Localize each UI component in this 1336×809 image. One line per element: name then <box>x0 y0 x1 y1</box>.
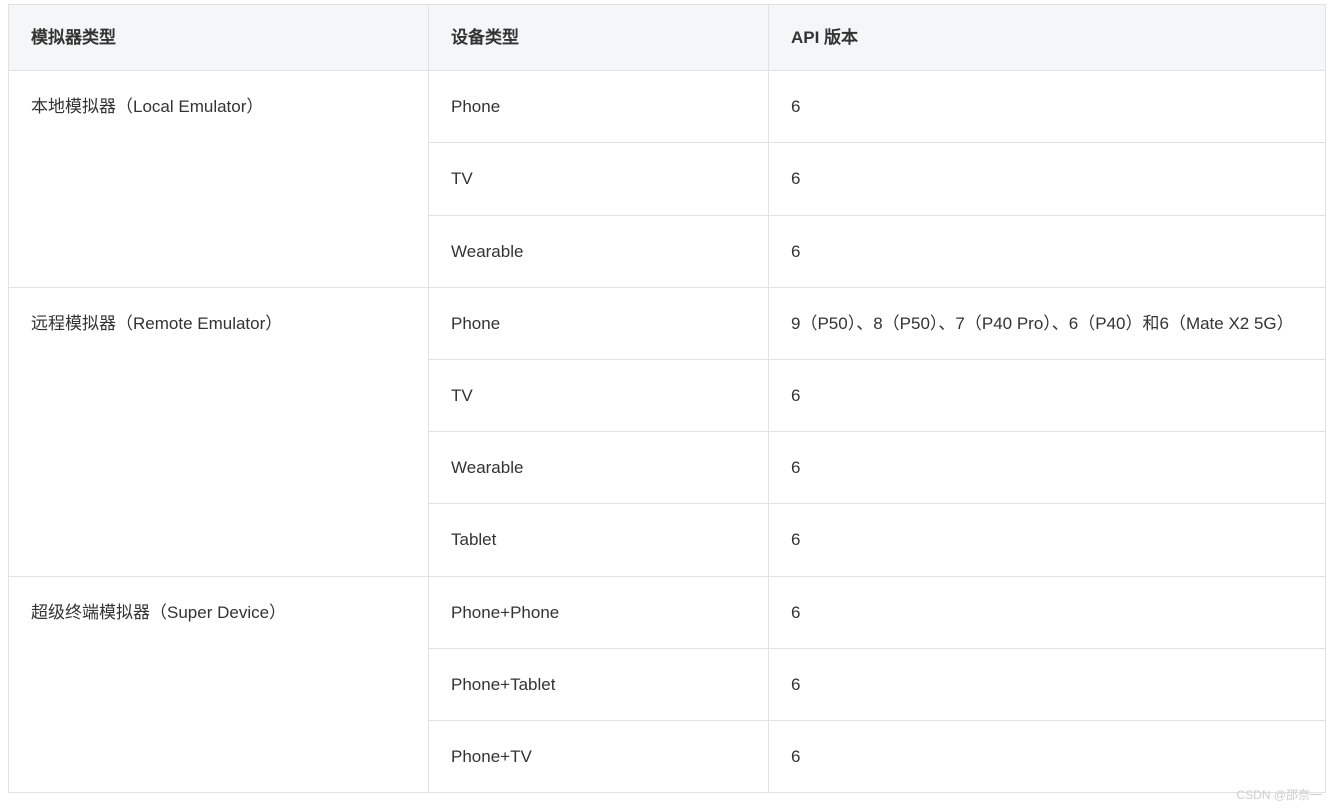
cell-api: 6 <box>769 504 1326 576</box>
cell-device: Phone <box>429 287 769 359</box>
cell-api: 6 <box>769 71 1326 143</box>
cell-device: Phone+Tablet <box>429 648 769 720</box>
cell-api: 6 <box>769 648 1326 720</box>
table-header-row: 模拟器类型 设备类型 API 版本 <box>9 5 1326 71</box>
cell-emulator: 超级终端模拟器（Super Device） <box>9 576 429 793</box>
cell-api: 6 <box>769 359 1326 431</box>
emulator-table: 模拟器类型 设备类型 API 版本 本地模拟器（Local Emulator） … <box>8 4 1326 793</box>
cell-device: TV <box>429 143 769 215</box>
table-row: 本地模拟器（Local Emulator） Phone 6 <box>9 71 1326 143</box>
cell-api: 6 <box>769 576 1326 648</box>
cell-device: Wearable <box>429 432 769 504</box>
header-emulator-type: 模拟器类型 <box>9 5 429 71</box>
table-row: 超级终端模拟器（Super Device） Phone+Phone 6 <box>9 576 1326 648</box>
cell-device: Tablet <box>429 504 769 576</box>
watermark-text: CSDN @邵奈一 <box>1236 786 1322 803</box>
cell-api: 6 <box>769 720 1326 792</box>
cell-emulator: 本地模拟器（Local Emulator） <box>9 71 429 288</box>
cell-api: 6 <box>769 215 1326 287</box>
header-device-type: 设备类型 <box>429 5 769 71</box>
cell-device: TV <box>429 359 769 431</box>
cell-api: 6 <box>769 143 1326 215</box>
cell-device: Phone+TV <box>429 720 769 792</box>
cell-api: 9（P50）、8（P50）、7（P40 Pro）、6（P40）和6（Mate X… <box>769 287 1326 359</box>
cell-device: Phone+Phone <box>429 576 769 648</box>
header-api-version: API 版本 <box>769 5 1326 71</box>
cell-api: 6 <box>769 432 1326 504</box>
cell-device: Phone <box>429 71 769 143</box>
table-row: 远程模拟器（Remote Emulator） Phone 9（P50）、8（P5… <box>9 287 1326 359</box>
cell-device: Wearable <box>429 215 769 287</box>
cell-emulator: 远程模拟器（Remote Emulator） <box>9 287 429 576</box>
